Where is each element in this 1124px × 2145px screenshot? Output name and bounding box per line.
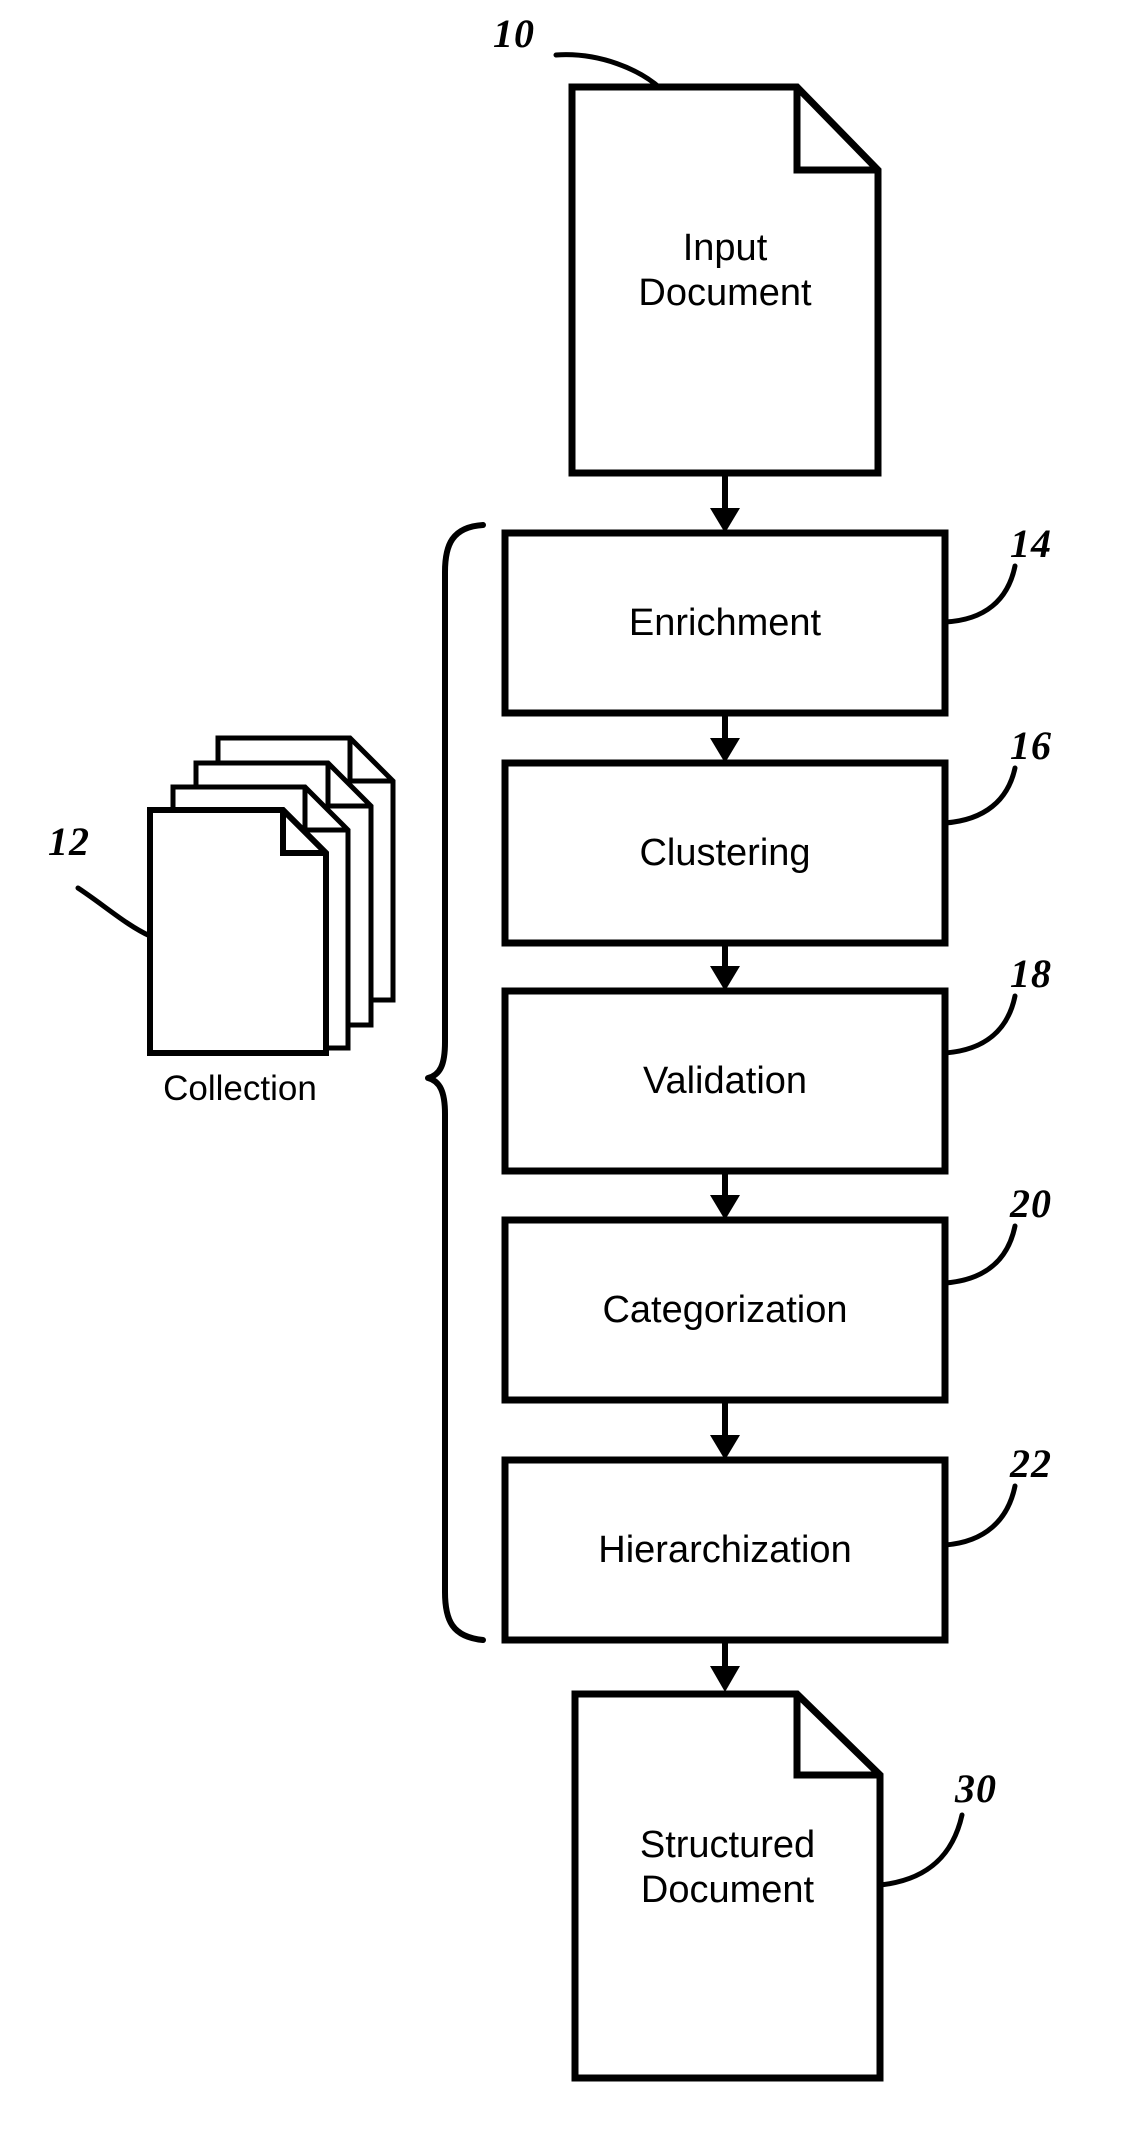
ref-leader-20 [942, 1223, 1018, 1286]
flow-diagram-svg [75, 52, 1018, 2082]
process-box-hierarchization [501, 1456, 949, 1644]
process-box-categorization [501, 1216, 949, 1404]
ref-number-16: 16 [1010, 723, 1052, 768]
input-document-shape [568, 83, 882, 477]
ref-leader-12 [75, 885, 153, 939]
ref-leader-22 [942, 1483, 1018, 1548]
grouping-brace [425, 522, 486, 1643]
arrow-validation-to-categorization [710, 1171, 740, 1220]
ref-number-14: 14 [1010, 521, 1052, 566]
ref-leader-10 [553, 52, 663, 91]
figure-canvas: Input Document 10 Enrichment 14 Clusterin… [0, 0, 1124, 2145]
arrow-clustering-to-validation [710, 943, 740, 991]
ref-number-10: 10 [493, 11, 535, 56]
ref-number-18: 18 [1010, 951, 1052, 996]
ref-leader-16 [942, 765, 1018, 826]
arrow-categorization-to-hierarchization [710, 1400, 740, 1460]
output-document-shape [571, 1690, 884, 2082]
ref-number-20: 20 [1010, 1181, 1052, 1226]
ref-leader-30 [877, 1812, 965, 1888]
ref-leader-14 [942, 563, 1018, 625]
arrow-hierarchization-to-output [710, 1640, 740, 1692]
ref-leader-18 [942, 993, 1018, 1056]
arrow-enrichment-to-clustering [710, 713, 740, 763]
process-box-enrichment [501, 529, 949, 717]
ref-number-12: 12 [48, 819, 90, 864]
ref-number-22: 22 [1010, 1441, 1052, 1486]
arrow-input-to-enrichment [710, 473, 740, 533]
ref-number-30: 30 [955, 1766, 997, 1811]
process-box-validation [501, 987, 949, 1175]
process-box-clustering [501, 759, 949, 947]
collection-stack-shape [147, 735, 396, 1056]
